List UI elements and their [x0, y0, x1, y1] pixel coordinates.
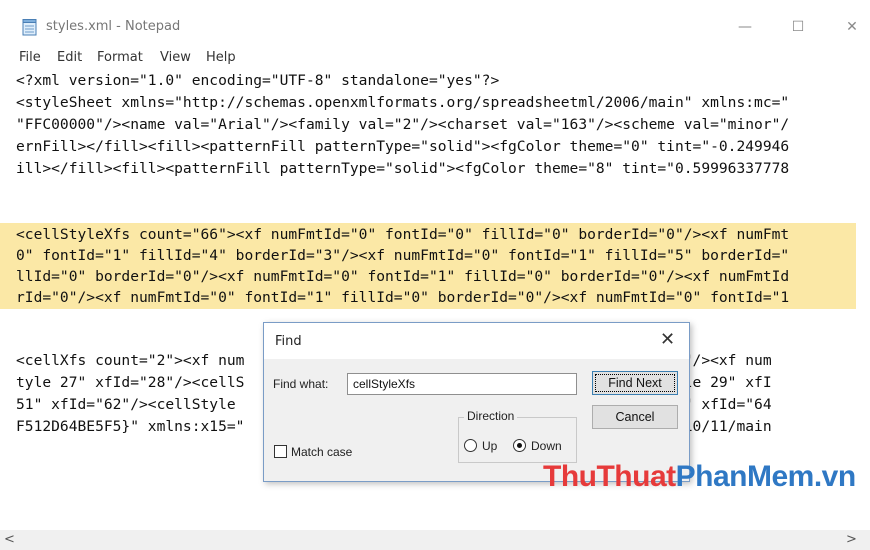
menu-bar: File Edit Format View Help — [0, 46, 870, 68]
editor-line: 0" fontId="1" fillId="4" borderId="3"/><… — [16, 247, 790, 264]
editor-line: ernFill></fill><fill><patternFill patter… — [16, 138, 790, 155]
direction-down-label[interactable]: Down — [531, 439, 562, 453]
scroll-left-icon[interactable]: < — [4, 532, 15, 547]
menu-format[interactable]: Format — [97, 50, 143, 65]
direction-label: Direction — [464, 409, 518, 423]
minimize-button[interactable]: — — [725, 14, 765, 40]
editor-line: llId="0" borderId="0"/><xf numFmtId="0" … — [16, 268, 790, 285]
dialog-title: Find — [275, 334, 302, 349]
find-what-label: Find what: — [273, 377, 329, 391]
editor-line: <?xml version="1.0" encoding="UTF-8" sta… — [16, 72, 500, 89]
direction-up-radio[interactable] — [464, 439, 477, 452]
notepad-icon — [22, 19, 37, 36]
find-what-input[interactable]: cellStyleXfs — [347, 373, 577, 395]
dialog-close-icon[interactable]: ✕ — [660, 329, 675, 350]
menu-edit[interactable]: Edit — [57, 50, 82, 65]
find-dialog: Find ✕ Find what: cellStyleXfs Find Next… — [263, 322, 690, 482]
match-case-label[interactable]: Match case — [291, 445, 352, 459]
find-next-button[interactable]: Find Next — [592, 371, 678, 395]
watermark-logo: ThuThuatPhanMem.vn — [543, 460, 856, 494]
watermark-part3: .vn — [813, 460, 856, 493]
watermark-part1: ThuThuat — [543, 460, 676, 493]
direction-down-radio[interactable] — [513, 439, 526, 452]
dialog-title-bar: Find ✕ — [264, 323, 689, 359]
editor-line: <cellStyleXfs count="66"><xf numFmtId="0… — [16, 226, 790, 243]
window-title: styles.xml - Notepad — [46, 19, 181, 34]
editor-line: rId="0"/><xf numFmtId="0" fontId="1" fil… — [16, 289, 790, 306]
close-button[interactable]: ✕ — [832, 14, 870, 40]
watermark-part2: PhanMem — [675, 460, 815, 493]
editor-line: <styleSheet xmlns="http://schemas.openxm… — [16, 94, 790, 111]
match-case-checkbox[interactable] — [274, 445, 287, 458]
direction-up-label[interactable]: Up — [482, 439, 497, 453]
menu-file[interactable]: File — [19, 50, 41, 65]
scroll-right-icon[interactable]: > — [846, 532, 857, 547]
horizontal-scrollbar[interactable]: < > — [0, 530, 870, 550]
cancel-button[interactable]: Cancel — [592, 405, 678, 429]
editor-line: ill></fill><fill><patternFill patternTyp… — [16, 160, 790, 177]
maximize-button[interactable]: ☐ — [778, 14, 818, 40]
menu-help[interactable]: Help — [206, 50, 236, 65]
editor-line: "FFC00000"/><name val="Arial"/><family v… — [16, 116, 790, 133]
title-bar: styles.xml - Notepad — ☐ ✕ — [0, 0, 870, 44]
menu-view[interactable]: View — [160, 50, 191, 65]
